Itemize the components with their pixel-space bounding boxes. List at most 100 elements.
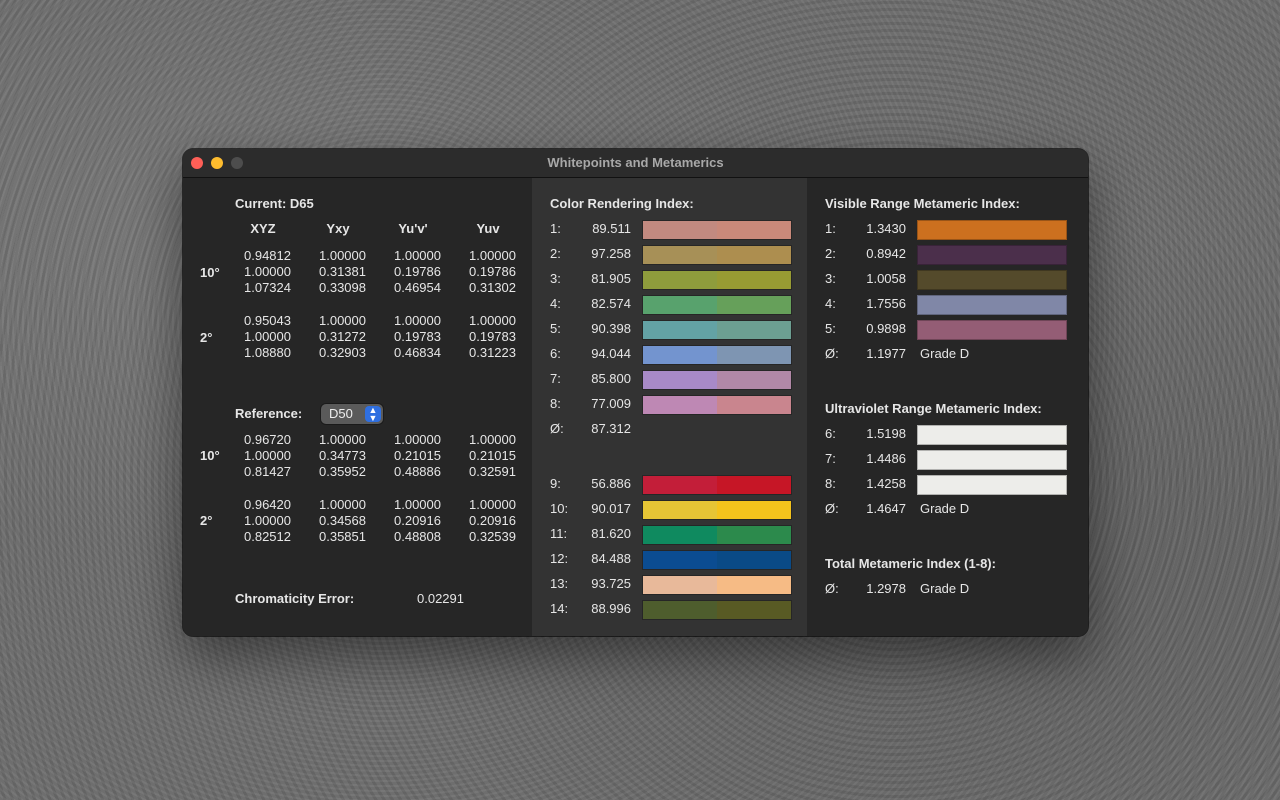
mi-swatch bbox=[917, 425, 1067, 445]
cri-swatch bbox=[642, 345, 792, 365]
cri-item-label: 14: bbox=[550, 601, 569, 616]
cri-swatch-reference bbox=[643, 346, 717, 364]
observer-label-2: 2° bbox=[200, 330, 213, 345]
cri-item-value: 82.574 bbox=[591, 296, 631, 311]
cri-swatch-reference bbox=[643, 501, 717, 519]
cri-item-value: 93.725 bbox=[591, 576, 631, 591]
column-header-yxy: Yxy bbox=[326, 221, 350, 236]
cri-swatch-reference bbox=[643, 601, 717, 619]
mi-swatch bbox=[917, 245, 1067, 265]
cri-item-value: 84.488 bbox=[591, 551, 631, 566]
visible-mi-average-value: 1.1977 bbox=[866, 346, 906, 361]
matrix-cell: 0.31381 bbox=[319, 264, 366, 279]
visible-mi-heading: Visible Range Metameric Index: bbox=[825, 196, 1020, 211]
cri-swatch bbox=[642, 550, 792, 570]
matrix-cell: 1.00000 bbox=[244, 329, 291, 344]
reference-illuminant-select[interactable]: D50 ▲ ▼ bbox=[321, 404, 383, 424]
matrix-cell: 0.19783 bbox=[394, 329, 441, 344]
matrix-cell: 0.19783 bbox=[469, 329, 516, 344]
main-window: Whitepoints and Metamerics Current: D65 … bbox=[183, 149, 1088, 636]
cri-item-label: 4: bbox=[550, 296, 561, 311]
cri-item-value: 89.511 bbox=[592, 221, 631, 236]
cri-item-value: 81.905 bbox=[591, 271, 631, 286]
cri-item-label: 8: bbox=[550, 396, 561, 411]
cri-item-label: 13: bbox=[550, 576, 569, 591]
cri-item-label: 5: bbox=[550, 321, 561, 336]
matrix-cell: 0.96720 bbox=[244, 432, 291, 447]
cri-item-label: 3: bbox=[550, 271, 561, 286]
column-header-yuv: Yuv bbox=[476, 221, 500, 236]
cri-swatch-reference bbox=[643, 551, 717, 569]
cri-swatch-test bbox=[717, 321, 791, 339]
mi-item-label: 5: bbox=[825, 321, 836, 336]
matrix-cell: 1.00000 bbox=[244, 264, 291, 279]
mi-swatch bbox=[917, 450, 1067, 470]
matrix-cell: 1.00000 bbox=[394, 432, 441, 447]
cri-swatch-test bbox=[717, 221, 791, 239]
cri-item-label: 10: bbox=[550, 501, 569, 516]
cri-item-label: 1: bbox=[550, 221, 561, 236]
matrix-cell: 0.48808 bbox=[394, 529, 441, 544]
cri-item-value: 85.800 bbox=[591, 371, 631, 386]
matrix-cell: 0.32903 bbox=[319, 345, 366, 360]
mi-swatch bbox=[917, 220, 1067, 240]
cri-item-label: 2: bbox=[550, 246, 561, 261]
mi-item-value: 1.3430 bbox=[866, 221, 906, 236]
cri-swatch-reference bbox=[643, 221, 717, 239]
total-mi-average-value: 1.2978 bbox=[866, 581, 906, 596]
cri-swatch-test bbox=[717, 576, 791, 594]
cri-item-label: 11: bbox=[550, 526, 568, 541]
uv-mi-average-label: Ø: bbox=[825, 501, 839, 516]
mi-item-label: 8: bbox=[825, 476, 836, 491]
matrix-cell: 0.35952 bbox=[319, 464, 366, 479]
mi-item-value: 0.9898 bbox=[866, 321, 906, 336]
window-title: Whitepoints and Metamerics bbox=[547, 155, 724, 170]
mi-item-label: 4: bbox=[825, 296, 836, 311]
mi-item-label: 7: bbox=[825, 451, 836, 466]
matrix-cell: 0.31302 bbox=[469, 280, 516, 295]
matrix-cell: 1.00000 bbox=[469, 497, 516, 512]
cri-panel: Color Rendering Index: 1: 89.511 2: 97.258 3… bbox=[532, 178, 807, 636]
cri-swatch-test bbox=[717, 346, 791, 364]
matrix-cell: 0.32591 bbox=[469, 464, 516, 479]
reference-illuminant-value: D50 bbox=[329, 406, 353, 421]
matrix-cell: 0.48886 bbox=[394, 464, 441, 479]
cri-swatch bbox=[642, 295, 792, 315]
matrix-cell: 0.20916 bbox=[469, 513, 516, 528]
chevron-up-down-icon: ▲ ▼ bbox=[365, 406, 381, 423]
uv-mi-heading: Ultraviolet Range Metameric Index: bbox=[825, 401, 1042, 416]
cri-swatch-reference bbox=[643, 321, 717, 339]
cri-swatch bbox=[642, 475, 792, 495]
matrix-cell: 0.34568 bbox=[319, 513, 366, 528]
cri-swatch bbox=[642, 320, 792, 340]
cri-swatch-reference bbox=[643, 476, 717, 494]
cri-swatch-test bbox=[717, 246, 791, 264]
matrix-cell: 0.31223 bbox=[469, 345, 516, 360]
matrix-cell: 0.95043 bbox=[244, 313, 291, 328]
cri-swatch-test bbox=[717, 296, 791, 314]
cri-average-label: Ø: bbox=[550, 421, 564, 436]
whitepoint-panel: Current: D65 XYZ Yxy Yu'v' Yuv 10° 2° Re… bbox=[183, 178, 532, 636]
total-mi-heading: Total Metameric Index (1-8): bbox=[825, 556, 996, 571]
matrix-cell: 0.20916 bbox=[394, 513, 441, 528]
total-mi-grade: Grade D bbox=[920, 581, 970, 596]
cri-item-label: 7: bbox=[550, 371, 561, 386]
mi-item-label: 1: bbox=[825, 221, 836, 236]
cri-swatch-reference bbox=[643, 576, 717, 594]
cri-item-value: 77.009 bbox=[591, 396, 631, 411]
mi-item-label: 6: bbox=[825, 426, 836, 441]
metameric-panel: Visible Range Metameric Index: 1: 1.3430 2… bbox=[807, 178, 1088, 636]
cri-swatch-reference bbox=[643, 246, 717, 264]
mi-item-value: 1.0058 bbox=[866, 271, 906, 286]
cri-swatch bbox=[642, 500, 792, 520]
cri-item-value: 81.620 bbox=[591, 526, 631, 541]
matrix-cell: 1.08880 bbox=[244, 345, 291, 360]
mi-item-value: 1.4258 bbox=[866, 476, 906, 491]
cri-swatch-test bbox=[717, 396, 791, 414]
matrix-cell: 1.00000 bbox=[469, 432, 516, 447]
matrix-cell: 1.07324 bbox=[244, 280, 291, 295]
cri-swatch-reference bbox=[643, 396, 717, 414]
column-header-xyz: XYZ bbox=[250, 221, 276, 236]
title-bar[interactable]: Whitepoints and Metamerics bbox=[183, 149, 1088, 178]
matrix-cell: 0.46834 bbox=[394, 345, 441, 360]
